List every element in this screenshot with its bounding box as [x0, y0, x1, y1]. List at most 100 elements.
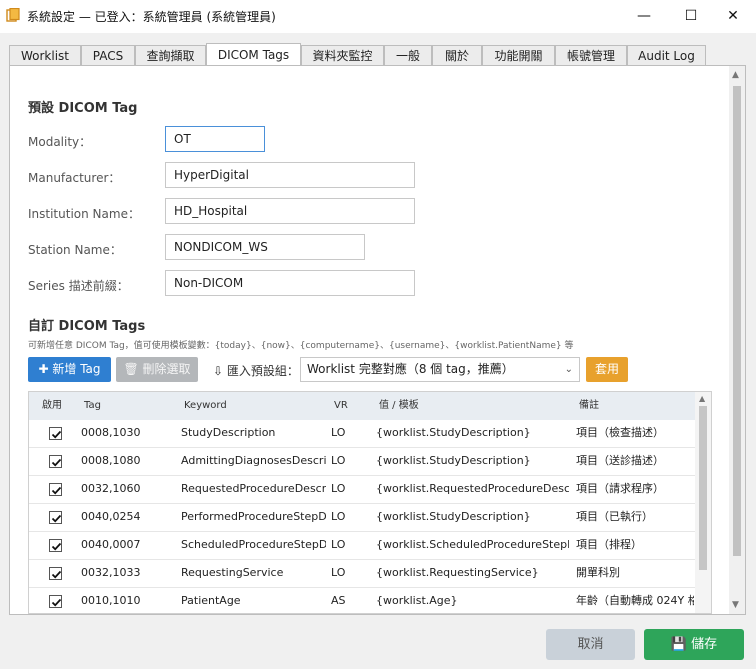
cell-keyword: RequestedProcedureDescription: [181, 482, 326, 495]
series-label: Series 描述前綴：: [28, 279, 129, 293]
title-bar: 系統設定 — 已登入：系統管理員 (系統管理員) — ☐ ✕: [0, 0, 756, 33]
enabled-checkbox[interactable]: [49, 483, 62, 496]
import-preset-select[interactable]: Worklist 完整對應（8 個 tag，推薦） ⌄: [300, 357, 580, 382]
table-row[interactable]: 0032,1033 RequestingService LO {worklist.Re…: [29, 560, 695, 588]
maximize-icon: ☐: [684, 8, 698, 24]
station-label: Station Name：: [28, 243, 122, 257]
enabled-checkbox[interactable]: [49, 595, 62, 608]
enabled-checkbox[interactable]: [49, 539, 62, 552]
import-preset-value: Worklist 完整對應（8 個 tag，推薦）: [307, 362, 514, 376]
import-preset-label: 匯入預設組：: [226, 364, 299, 378]
col-keyword: Keyword: [184, 400, 227, 411]
tab-query-retrieve[interactable]: 查詢擷取: [135, 45, 206, 65]
cell-tag: 0008,1080: [81, 454, 141, 467]
cell-vr: LO: [331, 566, 346, 579]
apply-button[interactable]: 套用: [586, 357, 628, 382]
add-tag-label: 新增 Tag: [52, 362, 101, 376]
cell-keyword: StudyDescription: [181, 426, 276, 439]
table-scroll-thumb[interactable]: [699, 406, 707, 570]
manufacturer-label: Manufacturer：: [28, 171, 121, 185]
scroll-up-icon: ▲: [699, 394, 706, 403]
custom-tags-table: 啟用 Tag Keyword VR 值 / 模板 備註 0008,1030 Stu…: [28, 391, 712, 614]
minimize-icon: —: [637, 8, 651, 24]
tab-dicom-tags[interactable]: DICOM Tags: [206, 43, 301, 65]
tab-folder-monitor[interactable]: 資料夾監控: [301, 45, 384, 65]
delete-selected-label: 刪除選取: [142, 362, 191, 376]
cell-tag: 0010,1010: [81, 594, 141, 607]
cell-note: 項目（請求程序）: [576, 482, 664, 495]
cell-note: 項目（送診描述）: [576, 454, 664, 467]
cell-vr: LO: [331, 426, 346, 439]
cell-tag: 0032,1060: [81, 482, 141, 495]
tab-pacs[interactable]: PACS: [81, 45, 135, 65]
delete-selected-button[interactable]: 🗑 刪除選取: [116, 357, 198, 382]
cell-vr: AS: [331, 594, 346, 607]
dialog-footer: 取消 💾 儲存: [0, 617, 756, 669]
minimize-button[interactable]: —: [621, 0, 667, 33]
cell-value: {worklist.StudyDescription}: [376, 426, 531, 439]
app-icon: [6, 7, 20, 22]
tab-general[interactable]: 一般: [384, 45, 432, 65]
enabled-checkbox[interactable]: [49, 455, 62, 468]
cell-note: 項目（已執行）: [576, 510, 653, 523]
tab-feature-switch[interactable]: 功能開關: [482, 45, 555, 65]
close-button[interactable]: ✕: [710, 0, 756, 33]
scroll-up-icon: ▲: [732, 70, 739, 80]
close-icon: ✕: [727, 8, 739, 24]
save-label: 儲存: [691, 637, 718, 652]
enabled-checkbox[interactable]: [49, 511, 62, 524]
cell-note: 年齡（自動轉成 024Y 格式）: [576, 594, 694, 607]
modality-field[interactable]: OT: [165, 126, 265, 152]
enabled-checkbox[interactable]: [49, 567, 62, 580]
cell-tag: 0040,0007: [81, 538, 141, 551]
cell-keyword: RequestingService: [181, 566, 284, 579]
save-button[interactable]: 💾 儲存: [644, 629, 744, 660]
table-row[interactable]: 0040,0007 ScheduledProcedureStepDescripti…: [29, 532, 695, 560]
cell-value: {worklist.Age}: [376, 594, 458, 607]
institution-label: Institution Name：: [28, 207, 140, 221]
cell-keyword: AdmittingDiagnosesDescription: [181, 454, 326, 467]
tab-about[interactable]: 關於: [432, 45, 482, 65]
table-scrollbar[interactable]: ▲: [695, 392, 711, 613]
cell-vr: LO: [331, 538, 346, 551]
col-enabled: 啟用: [42, 400, 62, 411]
cell-value: {worklist.RequestingService}: [376, 566, 539, 579]
table-row[interactable]: 0040,0254 PerformedProcedureStepDescripti…: [29, 504, 695, 532]
tab-account[interactable]: 帳號管理: [555, 45, 627, 65]
cell-value: {worklist.StudyDescription}: [376, 454, 531, 467]
custom-section-title: 自訂 DICOM Tags: [28, 319, 146, 334]
cell-value: {worklist.ScheduledProcedureStepDescript…: [376, 538, 569, 551]
cell-tag: 0032,1033: [81, 566, 141, 579]
cell-keyword: PatientAge: [181, 594, 241, 607]
save-icon: 💾: [670, 637, 688, 652]
tab-audit-log[interactable]: Audit Log: [627, 45, 706, 65]
station-field[interactable]: NONDICOM_WS: [165, 234, 365, 260]
series-prefix-field[interactable]: Non-DICOM: [165, 270, 415, 296]
cell-note: 開單科別: [576, 566, 620, 579]
tab-worklist[interactable]: Worklist: [9, 45, 81, 65]
table-row[interactable]: 0032,1060 RequestedProcedureDescription LO…: [29, 476, 695, 504]
panel-scrollbar[interactable]: ▲ ▼: [729, 66, 745, 614]
cancel-button[interactable]: 取消: [546, 629, 635, 660]
table-row[interactable]: 0008,1080 AdmittingDiagnosesDescription LO…: [29, 448, 695, 476]
enabled-checkbox[interactable]: [49, 427, 62, 440]
table-row[interactable]: 0008,1030 StudyDescription LO {worklist.Stu…: [29, 420, 695, 448]
cell-tag: 0008,1030: [81, 426, 141, 439]
cell-keyword: ScheduledProcedureStepDescription: [181, 538, 326, 551]
cell-value: {worklist.RequestedProcedureDescription}: [376, 482, 569, 495]
panel-scroll-thumb[interactable]: [733, 86, 741, 556]
table-row[interactable]: 0010,1010 PatientAge AS {worklist.Age} 年齡（自動…: [29, 588, 695, 613]
table-header: 啟用 Tag Keyword VR 值 / 模板 備註: [29, 392, 695, 420]
import-preset-label-wrap: ⇩ 匯入預設組：: [213, 362, 299, 379]
cell-vr: LO: [331, 454, 346, 467]
preset-section-title: 預設 DICOM Tag: [28, 101, 138, 116]
cell-keyword: PerformedProcedureStepDescription: [181, 510, 326, 523]
add-tag-button[interactable]: ✚ 新增 Tag: [28, 357, 111, 382]
maximize-button[interactable]: ☐: [668, 0, 714, 33]
institution-field[interactable]: HD_Hospital: [165, 198, 415, 224]
cell-tag: 0040,0254: [81, 510, 141, 523]
col-note: 備註: [579, 400, 599, 411]
manufacturer-field[interactable]: HyperDigital: [165, 162, 415, 188]
col-value: 值 / 模板: [379, 400, 419, 411]
settings-panel: 預設 DICOM Tag Modality： OT Manufacturer： …: [9, 65, 746, 615]
